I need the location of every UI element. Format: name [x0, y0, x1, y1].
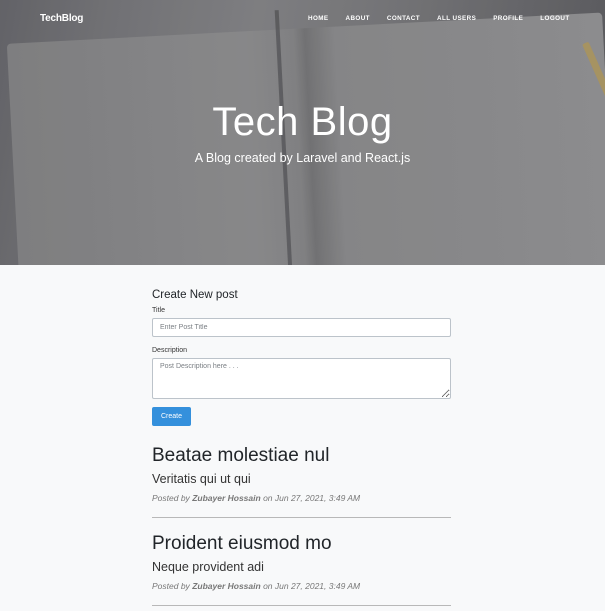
post-description: Veritatis qui ut qui	[152, 472, 251, 486]
nav-links: HOME ABOUT CONTACT ALL USERS PROFILE LOG…	[308, 15, 587, 22]
post-divider	[152, 605, 451, 606]
post-item: Proident eiusmod mo Neque provident adi …	[152, 533, 451, 591]
post-author[interactable]: Zubayer Hossain	[192, 581, 261, 591]
post-date: on Jun 27, 2021, 3:49 AM	[263, 581, 361, 591]
nav-about-link[interactable]: ABOUT	[346, 15, 370, 22]
hero-header: TechBlog HOME ABOUT CONTACT ALL USERS PR…	[0, 0, 605, 265]
nav-all-users-link[interactable]: ALL USERS	[437, 15, 476, 22]
post-divider	[152, 517, 451, 518]
post-author[interactable]: Zubayer Hossain	[192, 493, 261, 503]
form-heading: Create New post	[152, 289, 238, 301]
post-description: Neque provident adi	[152, 560, 264, 574]
posted-by-prefix: Posted by	[152, 493, 190, 503]
nav-home-link[interactable]: HOME	[308, 15, 329, 22]
brand-logo-link[interactable]: TechBlog	[40, 13, 83, 24]
top-navbar: TechBlog HOME ABOUT CONTACT ALL USERS PR…	[0, 0, 605, 38]
post-meta: Posted by Zubayer Hossain on Jun 27, 202…	[152, 581, 451, 591]
hero-title: Tech Blog	[212, 100, 393, 144]
posted-by-prefix: Posted by	[152, 581, 190, 591]
post-date: on Jun 27, 2021, 3:49 AM	[263, 493, 361, 503]
nav-contact-link[interactable]: CONTACT	[387, 15, 420, 22]
description-label: Description	[152, 347, 188, 354]
title-label: Title	[152, 307, 165, 314]
create-post-form: Create New post Title Description Create	[152, 289, 451, 426]
hero-subtitle: A Blog created by Laravel and React.js	[194, 151, 411, 165]
post-item: Beatae molestiae nul Veritatis qui ut qu…	[152, 445, 451, 503]
nav-logout-link[interactable]: LOGOUT	[540, 15, 569, 22]
post-title[interactable]: Proident eiusmod mo	[152, 533, 451, 555]
post-meta: Posted by Zubayer Hossain on Jun 27, 202…	[152, 493, 451, 503]
create-post-button[interactable]: Create	[152, 407, 191, 426]
nav-profile-link[interactable]: PROFILE	[493, 15, 523, 22]
post-description-textarea[interactable]	[152, 358, 451, 399]
hero-text: Tech Blog A Blog created by Laravel and …	[0, 100, 605, 165]
post-title-input[interactable]	[152, 318, 451, 337]
post-title[interactable]: Beatae molestiae nul	[152, 445, 451, 467]
